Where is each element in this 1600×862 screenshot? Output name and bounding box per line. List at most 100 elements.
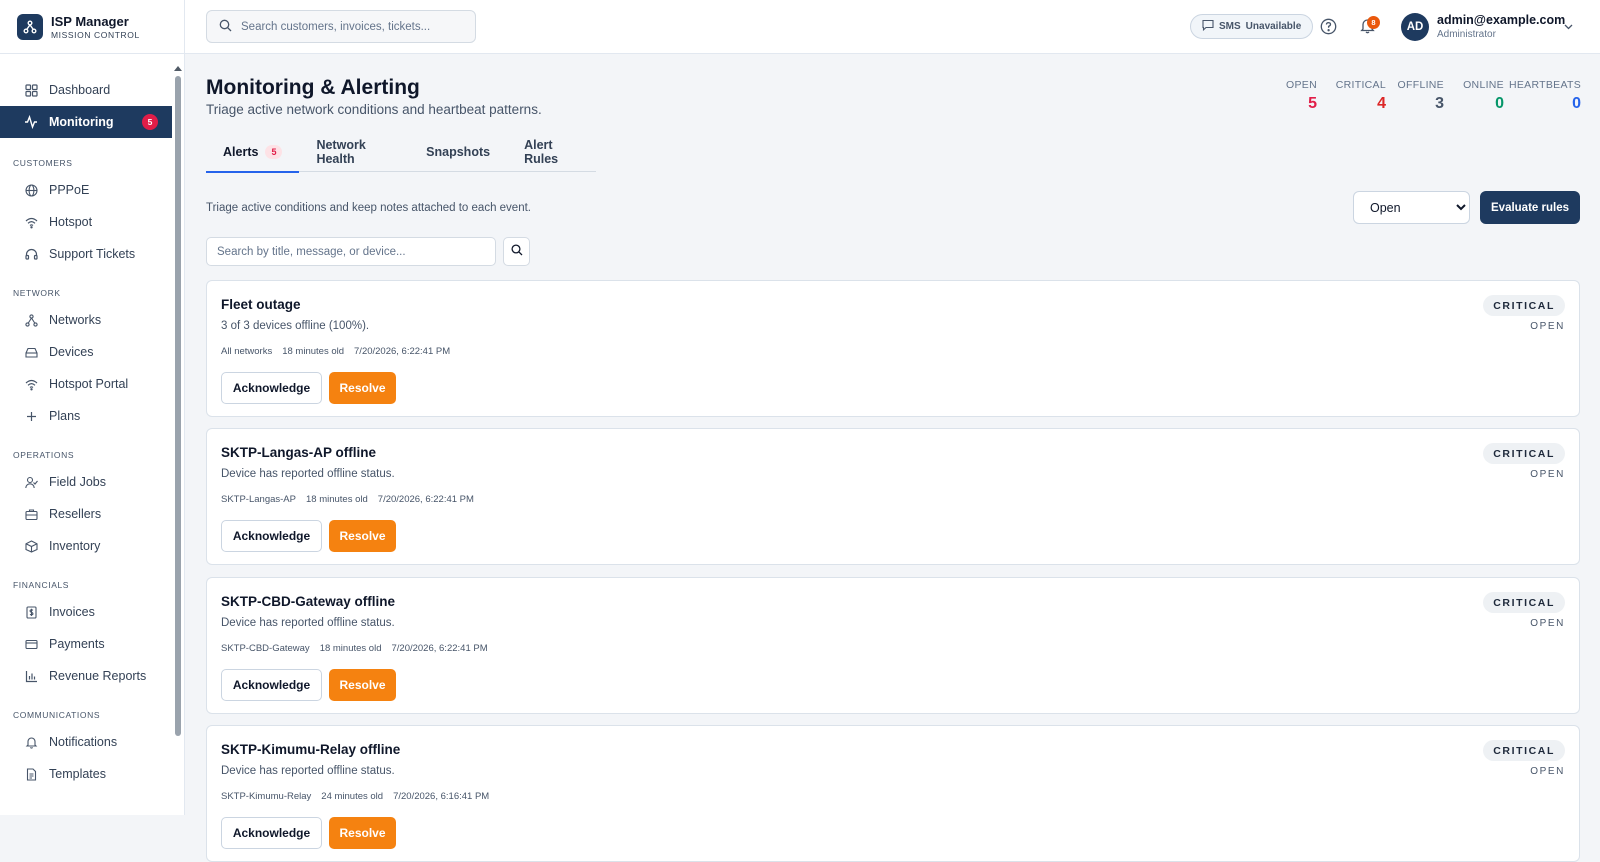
alert-timestamp: 7/20/2026, 6:22:41 PM xyxy=(391,643,488,654)
sidebar-item-dashboard[interactable]: Dashboard xyxy=(0,74,172,106)
bar-chart-icon xyxy=(24,669,38,683)
hard-drive-icon xyxy=(24,345,38,359)
sidebar-item-label: Inventory xyxy=(49,539,101,553)
acknowledge-button[interactable]: Acknowledge xyxy=(221,817,322,849)
stat-value: 0 xyxy=(1572,95,1581,112)
tab-label: Network Health xyxy=(316,138,366,166)
network-logo-icon xyxy=(17,13,43,40)
brand[interactable]: ISP Manager MISSION CONTROL xyxy=(0,0,184,54)
sms-status-pill[interactable]: SMS Unavailable xyxy=(1190,14,1314,39)
sidebar-item-plans[interactable]: Plans xyxy=(0,400,172,432)
alert-search-input[interactable] xyxy=(206,237,496,266)
sidebar-item-label: Resellers xyxy=(49,507,102,521)
sidebar-item-pppoe[interactable]: PPPoE xyxy=(0,174,172,206)
sidebar-item-invoices[interactable]: Invoices xyxy=(0,596,172,628)
sidebar-item-resellers[interactable]: Resellers xyxy=(0,498,172,530)
resolve-button[interactable]: Resolve xyxy=(329,817,396,849)
sidebar-scrollbar[interactable] xyxy=(174,66,182,815)
alert-age: 18 minutes old xyxy=(282,346,345,357)
sidebar-item-devices[interactable]: Devices xyxy=(0,336,172,368)
tab-label: Alert Rules xyxy=(524,138,559,166)
resolve-button[interactable]: Resolve xyxy=(329,520,396,552)
global-search[interactable] xyxy=(206,10,476,43)
alert-timestamp: 7/20/2026, 6:16:41 PM xyxy=(393,791,490,802)
alert-message: 3 of 3 devices offline (100%). xyxy=(221,320,370,332)
scroll-up-icon[interactable] xyxy=(174,66,182,71)
status-filter-select[interactable]: Open xyxy=(1353,191,1470,224)
sidebar-item-label: Payments xyxy=(49,637,105,651)
tab-label: Snapshots xyxy=(426,145,491,159)
alert-search-button[interactable] xyxy=(503,237,530,266)
resolve-button[interactable]: Resolve xyxy=(329,372,396,404)
tab-alerts[interactable]: Alerts 5 xyxy=(206,132,300,173)
scrollbar-thumb[interactable] xyxy=(175,76,181,736)
alerts-hint: Triage active conditions and keep notes … xyxy=(206,202,531,214)
alert-source: SKTP-Kimumu-Relay xyxy=(221,791,312,802)
tab-label: Alerts xyxy=(223,145,259,159)
section-operations: OPERATIONS xyxy=(13,450,75,460)
alert-card: SKTP-Kimumu-Relay offline Device has rep… xyxy=(206,725,1580,862)
section-customers: CUSTOMERS xyxy=(13,158,73,168)
sidebar-item-label: Templates xyxy=(49,767,106,781)
alert-card: Fleet outage 3 of 3 devices offline (100… xyxy=(206,280,1580,417)
sidebar-item-label: Hotspot Portal xyxy=(49,377,129,391)
acknowledge-button[interactable]: Acknowledge xyxy=(221,520,322,552)
avatar[interactable]: AD xyxy=(1401,13,1429,41)
alert-card: SKTP-CBD-Gateway offline Device has repo… xyxy=(206,577,1580,714)
page-subtitle: Triage active network conditions and hea… xyxy=(206,102,542,117)
global-search-input[interactable] xyxy=(241,20,461,33)
tab-alert-rules[interactable]: Alert Rules xyxy=(507,132,596,172)
alert-age: 18 minutes old xyxy=(305,494,368,505)
file-text-icon xyxy=(24,767,38,781)
sidebar-item-inventory[interactable]: Inventory xyxy=(0,530,172,562)
tab-snapshots[interactable]: Snapshots xyxy=(409,132,507,172)
chevron-down-icon[interactable] xyxy=(1563,20,1574,35)
stat-value: 4 xyxy=(1377,95,1386,112)
sidebar-item-networks[interactable]: Networks xyxy=(0,304,172,336)
sms-status-text: Unavailable xyxy=(1245,21,1302,32)
stat-value: 3 xyxy=(1435,95,1444,112)
sidebar-item-revenue-reports[interactable]: Revenue Reports xyxy=(0,660,172,692)
bell-icon xyxy=(24,735,38,749)
sidebar-item-payments[interactable]: Payments xyxy=(0,628,172,660)
alert-source: SKTP-CBD-Gateway xyxy=(221,643,310,654)
sidebar-item-templates[interactable]: Templates xyxy=(0,758,172,790)
sidebar-item-notifications[interactable]: Notifications xyxy=(0,726,172,758)
evaluate-rules-button[interactable]: Evaluate rules xyxy=(1480,191,1580,224)
message-icon xyxy=(1202,19,1214,34)
grid-icon xyxy=(24,83,38,97)
wifi-icon xyxy=(24,215,38,229)
sidebar-item-hotspot[interactable]: Hotspot xyxy=(0,206,172,238)
section-network: NETWORK xyxy=(13,288,61,298)
plus-icon xyxy=(24,409,38,423)
sidebar-item-label: PPPoE xyxy=(49,183,90,197)
acknowledge-button[interactable]: Acknowledge xyxy=(221,372,322,404)
alert-card: SKTP-Langas-AP offline Device has report… xyxy=(206,428,1580,565)
stat-value: 5 xyxy=(1308,95,1317,112)
user-email: admin@example.com xyxy=(1437,13,1566,27)
alert-message: Device has reported offline status. xyxy=(221,765,395,777)
brand-subtitle: MISSION CONTROL xyxy=(51,29,140,40)
acknowledge-button[interactable]: Acknowledge xyxy=(221,669,322,701)
sidebar-item-field-jobs[interactable]: Field Jobs xyxy=(0,466,172,498)
alert-title: SKTP-Kimumu-Relay offline xyxy=(221,742,401,757)
sidebar-item-hotspot-portal[interactable]: Hotspot Portal xyxy=(0,368,172,400)
alert-state: OPEN xyxy=(1530,469,1565,480)
dollar-file-icon xyxy=(24,605,38,619)
sidebar-item-label: Hotspot xyxy=(49,215,93,229)
stat-label: HEARTBEATS xyxy=(1508,79,1581,91)
stat-label: OPEN xyxy=(1286,79,1317,91)
sidebar: ISP Manager MISSION CONTROL Dashboard Mo… xyxy=(0,0,185,815)
help-circle-icon[interactable] xyxy=(1320,18,1337,38)
brand-title: ISP Manager xyxy=(51,13,129,29)
user-menu[interactable]: admin@example.com Administrator xyxy=(1437,13,1565,40)
stat-open: OPEN 5 xyxy=(1286,79,1317,113)
sidebar-item-support-tickets[interactable]: Support Tickets xyxy=(0,238,172,270)
alert-timestamp: 7/20/2026, 6:22:41 PM xyxy=(354,346,451,357)
alert-message: Device has reported offline status. xyxy=(221,617,395,629)
resolve-button[interactable]: Resolve xyxy=(329,669,396,701)
sidebar-item-monitoring[interactable]: Monitoring 5 xyxy=(0,106,172,138)
notification-count-badge: 8 xyxy=(1367,16,1380,29)
tab-network-health[interactable]: Network Health xyxy=(299,132,409,172)
alert-timestamp: 7/20/2026, 6:22:41 PM xyxy=(377,494,474,505)
